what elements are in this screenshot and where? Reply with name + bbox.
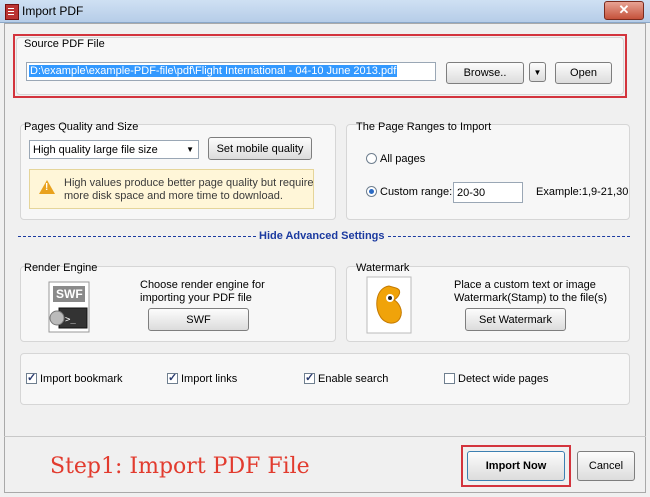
- set-watermark-button[interactable]: Set Watermark: [465, 308, 566, 331]
- step-caption: Step1: Import PDF File: [50, 454, 310, 479]
- import-links-checkbox[interactable]: [167, 371, 178, 384]
- import-now-button[interactable]: Import Now: [467, 451, 565, 481]
- quality-selected-value: High quality large file size: [33, 144, 158, 156]
- all-pages-label: All pages: [380, 153, 426, 165]
- title-bar: Import PDF ✕: [0, 0, 650, 23]
- custom-range-label: Custom range:: [380, 186, 453, 198]
- all-pages-radio[interactable]: [366, 153, 377, 164]
- enable-search-label: Enable search: [318, 373, 389, 385]
- watermark-group-label: Watermark: [356, 262, 410, 274]
- enable-search-checkbox[interactable]: [304, 371, 315, 384]
- window-title: Import PDF: [22, 4, 84, 18]
- swf-icon-text: SWF: [56, 287, 83, 301]
- set-mobile-quality-button[interactable]: Set mobile quality: [208, 137, 312, 160]
- warning-text-line2: more disk space and more time to downloa…: [64, 190, 283, 202]
- browse-dropdown-button[interactable]: ▼: [529, 62, 546, 82]
- pdf-app-icon: [5, 4, 19, 20]
- advanced-divider-left: [18, 236, 256, 237]
- quality-group-label: Pages Quality and Size: [24, 121, 139, 133]
- watermark-desc-line2: Watermark(Stamp) to the file(s): [454, 292, 608, 304]
- source-group-label: Source PDF File: [24, 38, 105, 50]
- render-group-label: Render Engine: [24, 262, 98, 274]
- range-example-text: Example:1,9-21,30: [536, 186, 629, 198]
- import-bookmark-label: Import bookmark: [40, 373, 123, 385]
- browse-button[interactable]: Browse..: [446, 62, 524, 84]
- custom-range-radio[interactable]: [366, 186, 377, 197]
- swf-engine-icon: >_ SWF: [43, 278, 97, 336]
- open-button[interactable]: Open: [555, 62, 612, 84]
- quality-select[interactable]: High quality large file size ▼: [29, 140, 199, 159]
- custom-range-input[interactable]: 20-30: [453, 182, 523, 203]
- close-button[interactable]: ✕: [604, 1, 644, 20]
- footer-divider: [4, 436, 646, 437]
- warning-text-line1: High values produce better page quality …: [64, 177, 314, 189]
- chevron-down-icon: ▼: [186, 145, 194, 154]
- quality-warning-box: [29, 169, 314, 209]
- detect-wide-pages-checkbox[interactable]: [444, 373, 455, 384]
- import-bookmark-checkbox[interactable]: [26, 371, 37, 384]
- source-path-value: D:\example\example-PDF-file\pdf\Flight I…: [29, 65, 398, 77]
- hide-advanced-settings-link[interactable]: Hide Advanced Settings: [259, 230, 385, 242]
- watermark-desc-line1: Place a custom text or image: [454, 279, 596, 291]
- source-path-input[interactable]: D:\example\example-PDF-file\pdf\Flight I…: [26, 62, 436, 81]
- svg-text:>_: >_: [65, 315, 76, 325]
- page-ranges-panel: [346, 124, 630, 220]
- cancel-button[interactable]: Cancel: [577, 451, 635, 481]
- import-links-label: Import links: [181, 373, 238, 385]
- advanced-divider-right: [388, 236, 630, 237]
- warning-icon: [39, 180, 55, 194]
- watermark-stamp-icon: [366, 276, 412, 334]
- render-desc-line2: importing your PDF file: [140, 292, 252, 304]
- render-desc-line1: Choose render engine for: [140, 279, 265, 291]
- detect-wide-pages-label: Detect wide pages: [458, 373, 549, 385]
- ranges-group-label: The Page Ranges to Import: [356, 121, 492, 133]
- swf-engine-button[interactable]: SWF: [148, 308, 249, 331]
